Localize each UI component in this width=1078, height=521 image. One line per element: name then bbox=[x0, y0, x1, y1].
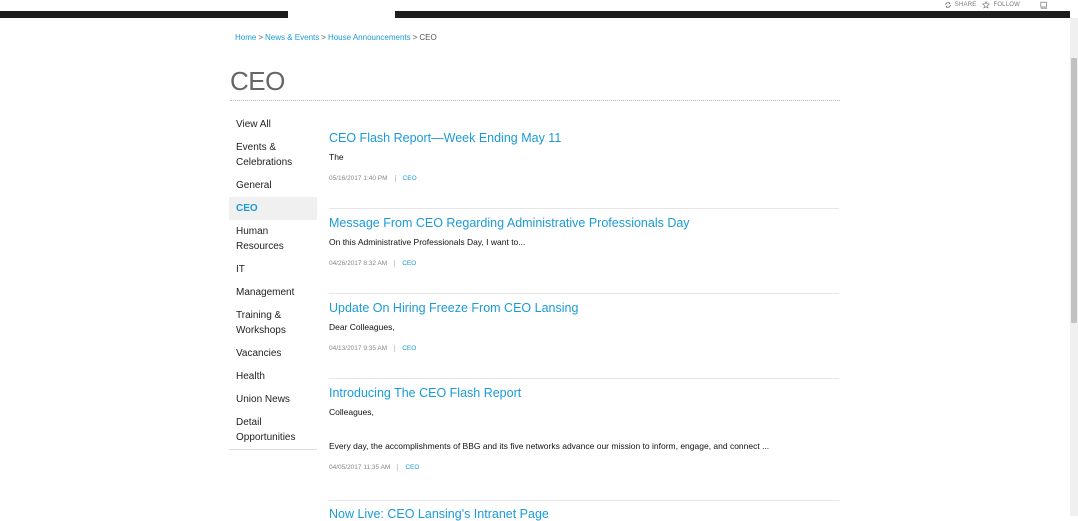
post-title-link[interactable]: CEO Flash Report—Week Ending May 11 bbox=[329, 131, 849, 145]
news-post: Update On Hiring Freeze From CEO Lansing… bbox=[329, 301, 849, 352]
category-nav: View All Events & Celebrations General C… bbox=[229, 113, 317, 450]
breadcrumb-news-events[interactable]: News & Events bbox=[265, 33, 319, 42]
nav-item-training-workshops[interactable]: Training & Workshops bbox=[229, 304, 317, 342]
breadcrumb-separator: > bbox=[321, 33, 326, 42]
post-title-link[interactable]: Introducing The CEO Flash Report bbox=[329, 386, 849, 400]
news-post: Message From CEO Regarding Administrativ… bbox=[329, 216, 849, 267]
nav-item-events-celebrations[interactable]: Events & Celebrations bbox=[229, 136, 317, 174]
post-excerpt: Dear Colleagues, bbox=[329, 322, 395, 332]
nav-item-general[interactable]: General bbox=[229, 174, 317, 197]
nav-item-union-news[interactable]: Union News bbox=[229, 388, 317, 411]
nav-item-it[interactable]: IT bbox=[229, 258, 317, 281]
top-bar bbox=[0, 0, 1078, 18]
post-category-link[interactable]: CEO bbox=[397, 464, 419, 471]
share-icon bbox=[944, 1, 951, 9]
nav-item-human-resources[interactable]: Human Resources bbox=[229, 220, 317, 258]
title-divider bbox=[230, 100, 840, 101]
star-icon bbox=[982, 1, 991, 9]
nav-item-detail-opportunities[interactable]: Detail Opportunities bbox=[229, 411, 317, 449]
post-category-link[interactable]: CEO bbox=[394, 345, 416, 352]
news-post: CEO Flash Report—Week Ending May 11 The … bbox=[329, 131, 849, 182]
post-excerpt: Colleagues, bbox=[329, 407, 374, 417]
post-date: 04/26/2017 8:32 AM bbox=[329, 260, 388, 267]
post-meta: 04/13/2017 9:35 AM CEO bbox=[329, 345, 849, 352]
breadcrumb-current: CEO bbox=[419, 33, 437, 42]
post-date: 04/05/2017 11:35 AM bbox=[329, 464, 391, 471]
post-meta: 04/26/2017 8:32 AM CEO bbox=[329, 260, 849, 267]
share-label: SHARE bbox=[954, 2, 977, 8]
news-post: Introducing The CEO Flash Report Colleag… bbox=[329, 386, 849, 471]
top-dark-strip bbox=[0, 11, 1070, 18]
nav-item-management[interactable]: Management bbox=[229, 281, 317, 304]
page-actions: SHARE FOLLOW bbox=[944, 0, 1048, 10]
scrollbar-thumb[interactable] bbox=[1071, 58, 1077, 323]
post-meta: 05/16/2017 1:40 PM CEO bbox=[329, 175, 849, 182]
breadcrumb-house-announcements[interactable]: House Announcements bbox=[328, 33, 411, 42]
focus-content-button[interactable] bbox=[1040, 1, 1048, 9]
page-title: CEO bbox=[230, 66, 285, 96]
breadcrumb: Home > News & Events > House Announcements > C… bbox=[235, 33, 437, 42]
post-title-link[interactable]: Update On Hiring Freeze From CEO Lansing bbox=[329, 301, 849, 315]
post-divider bbox=[329, 293, 839, 294]
post-title-link[interactable]: Message From CEO Regarding Administrativ… bbox=[329, 216, 849, 230]
nav-item-ceo[interactable]: CEO bbox=[229, 197, 317, 220]
vertical-scrollbar[interactable] bbox=[1070, 18, 1078, 516]
follow-button[interactable]: FOLLOW bbox=[982, 1, 1020, 9]
breadcrumb-separator: > bbox=[258, 33, 264, 42]
focus-icon bbox=[1040, 1, 1048, 9]
post-excerpt-continued: Every day, the accomplishments of BBG an… bbox=[329, 441, 770, 451]
post-category-link[interactable]: CEO bbox=[394, 175, 417, 182]
share-button[interactable]: SHARE bbox=[944, 1, 977, 9]
post-category-link[interactable]: CEO bbox=[394, 260, 416, 267]
news-post: Now Live: CEO Lansing's Intranet Page bbox=[329, 507, 849, 521]
nav-item-vacancies[interactable]: Vacancies bbox=[229, 342, 317, 365]
breadcrumb-home[interactable]: Home bbox=[235, 33, 256, 42]
top-strip-tab bbox=[288, 11, 395, 18]
post-divider bbox=[329, 208, 839, 209]
post-divider bbox=[329, 500, 839, 501]
nav-item-view-all[interactable]: View All bbox=[229, 113, 317, 136]
post-date: 05/16/2017 1:40 PM bbox=[329, 175, 388, 182]
post-excerpt: On this Administrative Professionals Day… bbox=[329, 237, 526, 247]
nav-item-health[interactable]: Health bbox=[229, 365, 317, 388]
post-date: 04/13/2017 9:35 AM bbox=[329, 345, 388, 352]
post-title-link[interactable]: Now Live: CEO Lansing's Intranet Page bbox=[329, 507, 849, 521]
post-meta: 04/05/2017 11:35 AM CEO bbox=[329, 464, 849, 471]
post-divider bbox=[329, 378, 839, 379]
post-excerpt: The bbox=[329, 152, 344, 162]
follow-label: FOLLOW bbox=[993, 2, 1020, 8]
